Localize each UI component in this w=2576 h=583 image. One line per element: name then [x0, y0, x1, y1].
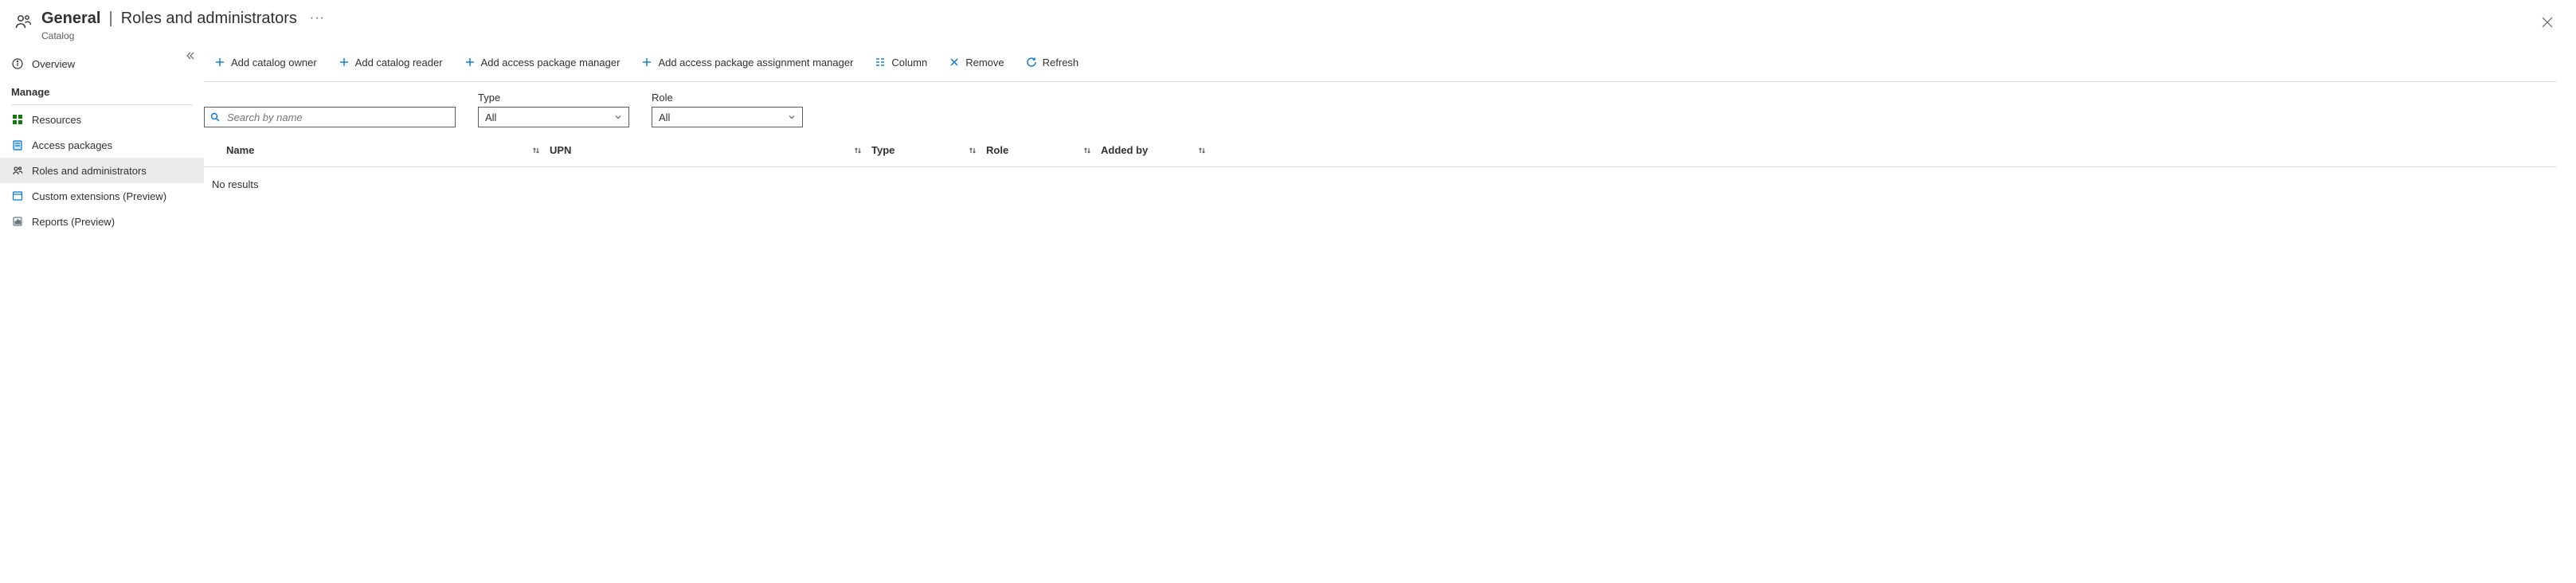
- column-label: Role: [986, 144, 1008, 156]
- page-title: Roles and administrators: [121, 10, 297, 28]
- sort-icon[interactable]: [852, 145, 863, 156]
- window-icon: [11, 190, 24, 202]
- sidebar-item-label: Resources: [32, 114, 81, 126]
- info-icon: [11, 57, 24, 70]
- table-header: Name UPN Type Role Added by: [204, 134, 2557, 167]
- sidebar-item-label: Access packages: [32, 139, 112, 151]
- sidebar-item-overview[interactable]: Overview: [0, 51, 204, 76]
- add-access-package-manager-button[interactable]: Add access package manager: [459, 49, 625, 75]
- button-label: Remove: [965, 57, 1004, 68]
- column-label: UPN: [550, 144, 571, 156]
- search-input[interactable]: [225, 111, 450, 124]
- sort-icon[interactable]: [1196, 145, 1208, 156]
- button-label: Add access package assignment manager: [658, 57, 853, 68]
- x-icon: [948, 56, 961, 68]
- add-catalog-reader-button[interactable]: Add catalog reader: [333, 49, 448, 75]
- sort-icon[interactable]: [1082, 145, 1093, 156]
- no-results-message: No results: [204, 167, 2557, 190]
- role-filter-select[interactable]: All: [652, 107, 803, 127]
- report-icon: [11, 215, 24, 228]
- more-actions-button[interactable]: ···: [305, 8, 330, 29]
- search-icon: [209, 112, 221, 123]
- grid-icon: [11, 113, 24, 126]
- sidebar-item-label: Custom extensions (Preview): [32, 190, 166, 202]
- people-icon: [11, 164, 24, 177]
- role-filter-label: Role: [652, 92, 803, 104]
- package-icon: [11, 139, 24, 151]
- column-header-upn[interactable]: UPN: [542, 144, 852, 156]
- plus-icon: [464, 56, 476, 68]
- chevron-down-icon: [788, 113, 796, 121]
- column-button[interactable]: Column: [869, 49, 932, 75]
- sort-icon[interactable]: [530, 145, 542, 156]
- breadcrumb: Catalog: [41, 30, 2535, 41]
- button-label: Add catalog reader: [355, 57, 443, 68]
- chevron-down-icon: [614, 113, 622, 121]
- add-access-package-assignment-manager-button[interactable]: Add access package assignment manager: [636, 49, 858, 75]
- sidebar-item-label: Overview: [32, 58, 75, 70]
- command-bar: Add catalog owner Add catalog reader Add…: [204, 46, 2557, 82]
- close-button[interactable]: [2535, 10, 2560, 35]
- column-header-type[interactable]: Type: [863, 144, 967, 156]
- sidebar-item-custom-extensions[interactable]: Custom extensions (Preview): [0, 183, 204, 209]
- remove-button[interactable]: Remove: [943, 49, 1008, 75]
- button-label: Add access package manager: [481, 57, 621, 68]
- entity-name: General: [41, 10, 100, 28]
- sidebar-item-label: Reports (Preview): [32, 216, 115, 228]
- button-label: Add catalog owner: [231, 57, 317, 68]
- sidebar-item-access-packages[interactable]: Access packages: [0, 132, 204, 158]
- plus-icon: [338, 56, 350, 68]
- main-content: Add catalog owner Add catalog reader Add…: [204, 46, 2576, 583]
- add-catalog-owner-button[interactable]: Add catalog owner: [209, 49, 322, 75]
- select-value: All: [659, 112, 670, 123]
- sidebar-item-reports[interactable]: Reports (Preview): [0, 209, 204, 234]
- type-filter-label: Type: [478, 92, 629, 104]
- column-header-name[interactable]: Name: [204, 144, 530, 156]
- column-header-added-by[interactable]: Added by: [1093, 144, 1196, 156]
- sidebar-item-roles[interactable]: Roles and administrators: [0, 158, 204, 183]
- title-separator: |: [108, 10, 112, 28]
- collapse-sidebar-button[interactable]: [180, 46, 199, 65]
- sidebar-item-resources[interactable]: Resources: [0, 107, 204, 132]
- column-label: Type: [871, 144, 895, 156]
- type-filter-select[interactable]: All: [478, 107, 629, 127]
- refresh-button[interactable]: Refresh: [1020, 49, 1084, 75]
- search-input-wrapper[interactable]: [204, 107, 456, 127]
- column-label: Name: [226, 144, 254, 156]
- sidebar: Overview Manage Resources Access package…: [0, 46, 204, 583]
- page-header: General | Roles and administrators ··· C…: [0, 0, 2576, 46]
- sidebar-section-manage: Manage: [0, 76, 204, 103]
- columns-icon: [874, 56, 887, 68]
- select-value: All: [485, 112, 496, 123]
- button-label: Refresh: [1043, 57, 1079, 68]
- plus-icon: [213, 56, 226, 68]
- refresh-icon: [1025, 56, 1038, 68]
- column-label: Added by: [1101, 144, 1148, 156]
- people-icon: [11, 10, 35, 33]
- sidebar-item-label: Roles and administrators: [32, 165, 147, 177]
- plus-icon: [640, 56, 653, 68]
- column-header-role[interactable]: Role: [978, 144, 1082, 156]
- sort-icon[interactable]: [967, 145, 978, 156]
- filter-bar: Type All Role All: [204, 82, 2557, 134]
- sidebar-divider: [11, 104, 193, 105]
- button-label: Column: [891, 57, 927, 68]
